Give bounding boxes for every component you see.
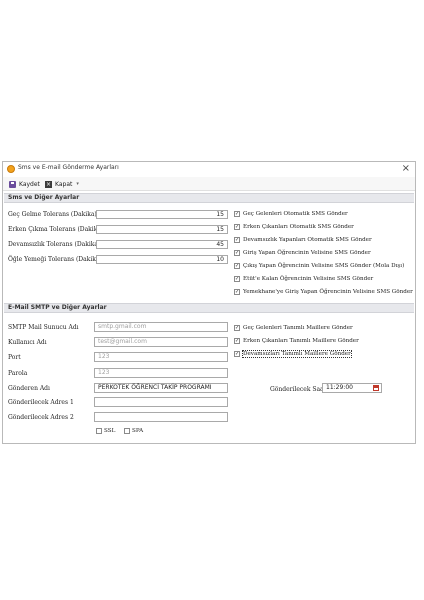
mail-late-checkbox[interactable]: ✓ <box>234 325 240 331</box>
late-tolerance-input[interactable]: 15 <box>96 210 228 219</box>
mail-absence-checkbox[interactable]: ✓ <box>234 351 240 357</box>
sms-study-checkbox[interactable]: ✓ <box>234 276 240 282</box>
address2-label: Gönderilecek Adres 2 <box>8 414 74 421</box>
sms-late-checkbox[interactable]: ✓ <box>234 211 240 217</box>
sms-absence-checkbox[interactable]: ✓ <box>234 237 240 243</box>
settings-window: Sms ve E-mail Gönderme Ayarları × Kaydet… <box>2 161 416 444</box>
early-leave-tolerance-label: Erken Çıkma Tolerans (Dakika) <box>8 226 104 233</box>
sms-entry-checkbox[interactable]: ✓ <box>234 250 240 256</box>
ssl-checkbox[interactable] <box>96 428 102 434</box>
absence-tolerance-label: Devamsızlık Tolerans (Dakika) <box>8 241 101 248</box>
username-label: Kullanıcı Adı <box>8 339 47 346</box>
sms-late-label: Geç Gelenleri Otomatik SMS Gönder <box>243 211 348 217</box>
mail-late-label: Geç Gelenleri Tanımlı Maillere Gönder <box>243 325 353 331</box>
close-label: Kapat <box>55 180 73 188</box>
username-input[interactable]: test@gmail.com <box>94 337 228 347</box>
sms-absence-label: Devamsızlık Yapanları Otomatik SMS Gönde… <box>243 237 372 243</box>
sms-entry-label: Giriş Yapan Öğrencinin Velisine SMS Gönd… <box>243 250 371 256</box>
sms-exit-label: Çıkış Yapan Öğrencinin Velisine SMS Gönd… <box>243 263 405 269</box>
toolbar: Kaydet × Kapat ▾ <box>3 177 415 191</box>
sms-exit-checkbox[interactable]: ✓ <box>234 263 240 269</box>
close-button[interactable]: × Kapat ▾ <box>45 179 79 189</box>
spa-label: SPA <box>132 428 144 434</box>
mail-early-label: Erken Çıkanları Tanımlı Maillere Gönder <box>243 338 359 344</box>
send-time-value: 11:29:00 <box>326 384 353 391</box>
sms-early-checkbox[interactable]: ✓ <box>234 224 240 230</box>
sms-cafeteria-label: Yemekhane'ye Giriş Yapan Öğrencinin Veli… <box>243 289 413 295</box>
sender-name-input[interactable]: PERKOTEK ÖĞRENCİ TAKİP PROGRAMI <box>94 383 228 393</box>
early-leave-tolerance-input[interactable]: 15 <box>96 225 228 234</box>
save-icon <box>9 180 16 188</box>
email-group-header[interactable]: E-Mail SMTP ve Diğer Ayarlar <box>4 303 414 313</box>
send-time-input[interactable]: 11:29:00 <box>322 383 382 393</box>
app-icon <box>7 165 15 173</box>
address2-input[interactable] <box>94 412 228 422</box>
late-tolerance-label: Geç Gelme Tolerans (Dakika) <box>8 211 97 218</box>
calendar-icon[interactable] <box>373 385 379 391</box>
address1-label: Gönderilecek Adres 1 <box>8 399 74 406</box>
send-time-label: Gönderilecek Saat <box>270 386 327 393</box>
chevron-down-icon[interactable]: ▾ <box>76 181 79 187</box>
smtp-server-input[interactable]: smtp.gmail.com <box>94 322 228 332</box>
mail-early-checkbox[interactable]: ✓ <box>234 338 240 344</box>
title-bar: Sms ve E-mail Gönderme Ayarları × <box>3 162 415 176</box>
sms-group-header[interactable]: Sms ve Diğer Ayarlar <box>4 193 414 203</box>
close-icon[interactable]: × <box>402 162 410 175</box>
close-icon: × <box>45 180 52 188</box>
absence-tolerance-input[interactable]: 45 <box>96 240 228 249</box>
ssl-label: SSL <box>104 428 116 434</box>
window-title: Sms ve E-mail Gönderme Ayarları <box>18 164 119 171</box>
sender-name-label: Gönderen Adı <box>8 385 50 392</box>
spa-checkbox[interactable] <box>124 428 130 434</box>
lunch-tolerance-label: Öğle Yemeği Tolerans (Dakika) <box>8 256 102 263</box>
lunch-tolerance-input[interactable]: 10 <box>96 255 228 264</box>
mail-absence-label: Devamsızları Tanımlı Maillere Gönder <box>242 350 352 358</box>
save-button[interactable]: Kaydet <box>9 179 40 189</box>
save-label: Kaydet <box>19 180 40 188</box>
password-label: Parola <box>8 370 28 377</box>
address1-input[interactable] <box>94 397 228 407</box>
port-input[interactable]: 123 <box>94 352 228 362</box>
port-label: Port <box>8 354 21 361</box>
password-input[interactable]: 123 <box>94 368 228 378</box>
smtp-server-label: SMTP Mail Sunucu Adı <box>8 324 79 331</box>
sms-study-label: Etüt'e Kalan Öğrencinin Velisine SMS Gön… <box>243 276 374 282</box>
sms-early-label: Erken Çıkanları Otomatik SMS Gönder <box>243 224 354 230</box>
sms-cafeteria-checkbox[interactable]: ✓ <box>234 289 240 295</box>
